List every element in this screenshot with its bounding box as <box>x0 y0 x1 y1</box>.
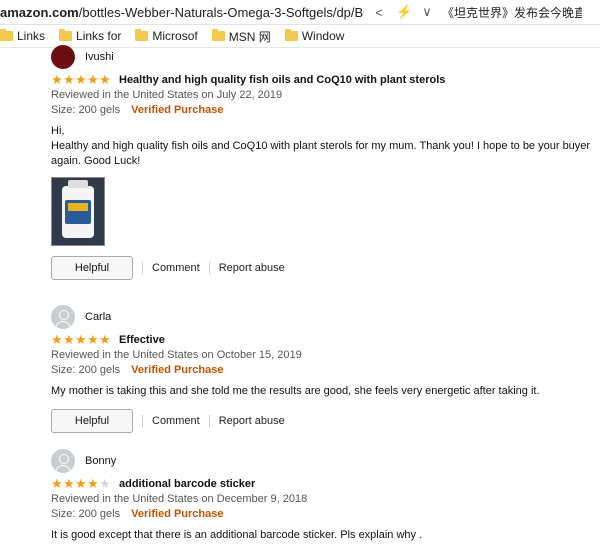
bookmark-links-for[interactable]: Links for <box>59 29 121 43</box>
review-date: Reviewed in the United States on October… <box>51 349 302 361</box>
helpful-button[interactable]: Helpful <box>51 409 133 433</box>
helpful-button[interactable]: Helpful <box>51 256 133 280</box>
review-title[interactable]: Effective <box>119 334 165 346</box>
address-bar[interactable]: amazon.com/bottles-Webber-Naturals-Omega… <box>0 0 600 25</box>
product-size[interactable]: Size: 200 gels <box>51 508 120 520</box>
bookmark-label: Links for <box>76 29 122 43</box>
star-icon: ★ <box>51 476 63 491</box>
bookmark-links[interactable]: Links <box>0 29 45 43</box>
star-rating[interactable]: ★ ★ ★ ★ ★ <box>51 476 111 491</box>
star-icon: ★ <box>51 332 63 347</box>
reviewer-name: Bonny <box>85 455 117 467</box>
reviewer-profile[interactable]: Ivushi <box>51 44 591 70</box>
star-icon: ★ <box>87 332 99 347</box>
divider <box>142 262 143 274</box>
review-body: It is good except that there is an addit… <box>51 529 423 541</box>
bottle-image <box>62 180 94 238</box>
url-domain: amazon.com <box>0 4 79 20</box>
share-icon[interactable]: < <box>372 5 386 20</box>
review-body: My mother is taking this and she told me… <box>51 385 540 397</box>
bookmark-label: Microsof <box>152 29 198 43</box>
star-icon: ★ <box>63 476 75 491</box>
news-snippet[interactable]: 《坦克世界》发布会今晚直 <box>442 4 582 21</box>
review-carla: Carla ★ ★ ★ ★ ★ Effective Reviewed in th… <box>51 304 591 433</box>
star-empty-icon: ★ <box>99 476 111 491</box>
review-title[interactable]: additional barcode sticker <box>119 478 255 490</box>
bookmark-label: Links <box>17 29 46 43</box>
review-title[interactable]: Healthy and high quality fish oils and C… <box>119 74 445 86</box>
product-size[interactable]: Size: 200 gels <box>51 104 120 116</box>
review-body-line: Healthy and high quality fish oils and C… <box>51 140 591 167</box>
bookmark-msn[interactable]: MSN 网 <box>211 28 271 45</box>
verified-purchase-badge: Verified Purchase <box>131 364 224 376</box>
star-icon: ★ <box>87 476 99 491</box>
verified-purchase-badge: Verified Purchase <box>131 508 224 520</box>
folder-icon <box>0 29 13 41</box>
verified-purchase-badge: Verified Purchase <box>131 104 224 116</box>
url-path: /bottles-Webber-Naturals-Omega-3-Softgel… <box>78 4 364 20</box>
review-date: Reviewed in the United States on July 22… <box>51 89 283 101</box>
review-date: Reviewed in the United States on Decembe… <box>51 493 308 505</box>
reviewer-profile[interactable]: Carla <box>51 304 591 330</box>
avatar <box>51 449 75 473</box>
avatar <box>51 305 75 329</box>
folder-icon <box>211 29 225 41</box>
report-abuse-link[interactable]: Report abuse <box>219 415 285 427</box>
bookmark-label: MSN 网 <box>228 29 271 44</box>
star-icon: ★ <box>99 332 111 347</box>
star-icon: ★ <box>63 72 75 87</box>
reviewer-name: Carla <box>85 311 112 323</box>
review-body: Hi, Healthy and high quality fish oils a… <box>51 124 591 169</box>
star-icon: ★ <box>99 72 111 87</box>
comment-link[interactable]: Comment <box>152 262 200 274</box>
folder-icon <box>135 29 149 41</box>
bookmark-window[interactable]: Window <box>284 29 345 43</box>
star-rating[interactable]: ★ ★ ★ ★ ★ <box>51 72 111 87</box>
reviewer-name: Ivushi <box>85 51 114 63</box>
reviewer-profile[interactable]: Bonny <box>51 448 591 474</box>
product-size[interactable]: Size: 200 gels <box>51 364 120 376</box>
bookmark-label: Window <box>301 29 345 43</box>
review-body-line: Hi, <box>51 125 65 137</box>
star-icon: ★ <box>75 72 87 87</box>
divider <box>208 262 210 274</box>
review-bonny: Bonny ★ ★ ★ ★ ★ additional barcode stick… <box>51 448 591 543</box>
avatar <box>51 45 75 69</box>
star-icon: ★ <box>75 476 87 491</box>
bolt-icon[interactable]: ⚡ <box>396 4 412 20</box>
star-icon: ★ <box>51 72 63 87</box>
comment-link[interactable]: Comment <box>152 415 200 427</box>
review-ivushi: Ivushi ★ ★ ★ ★ ★ Healthy and high qualit… <box>51 44 591 280</box>
star-icon: ★ <box>87 72 99 87</box>
star-icon: ★ <box>63 332 75 347</box>
url-field[interactable]: amazon.com/bottles-Webber-Naturals-Omega… <box>0 5 364 20</box>
folder-icon <box>59 29 73 41</box>
folder-icon <box>284 29 298 41</box>
divider <box>208 415 210 427</box>
chevron-down-icon[interactable]: ∨ <box>420 4 434 20</box>
divider <box>142 415 143 427</box>
star-icon: ★ <box>75 332 87 347</box>
report-abuse-link[interactable]: Report abuse <box>219 262 285 274</box>
review-image[interactable] <box>51 177 105 246</box>
star-rating[interactable]: ★ ★ ★ ★ ★ <box>51 332 111 347</box>
bookmark-microsoft[interactable]: Microsof <box>135 29 198 43</box>
